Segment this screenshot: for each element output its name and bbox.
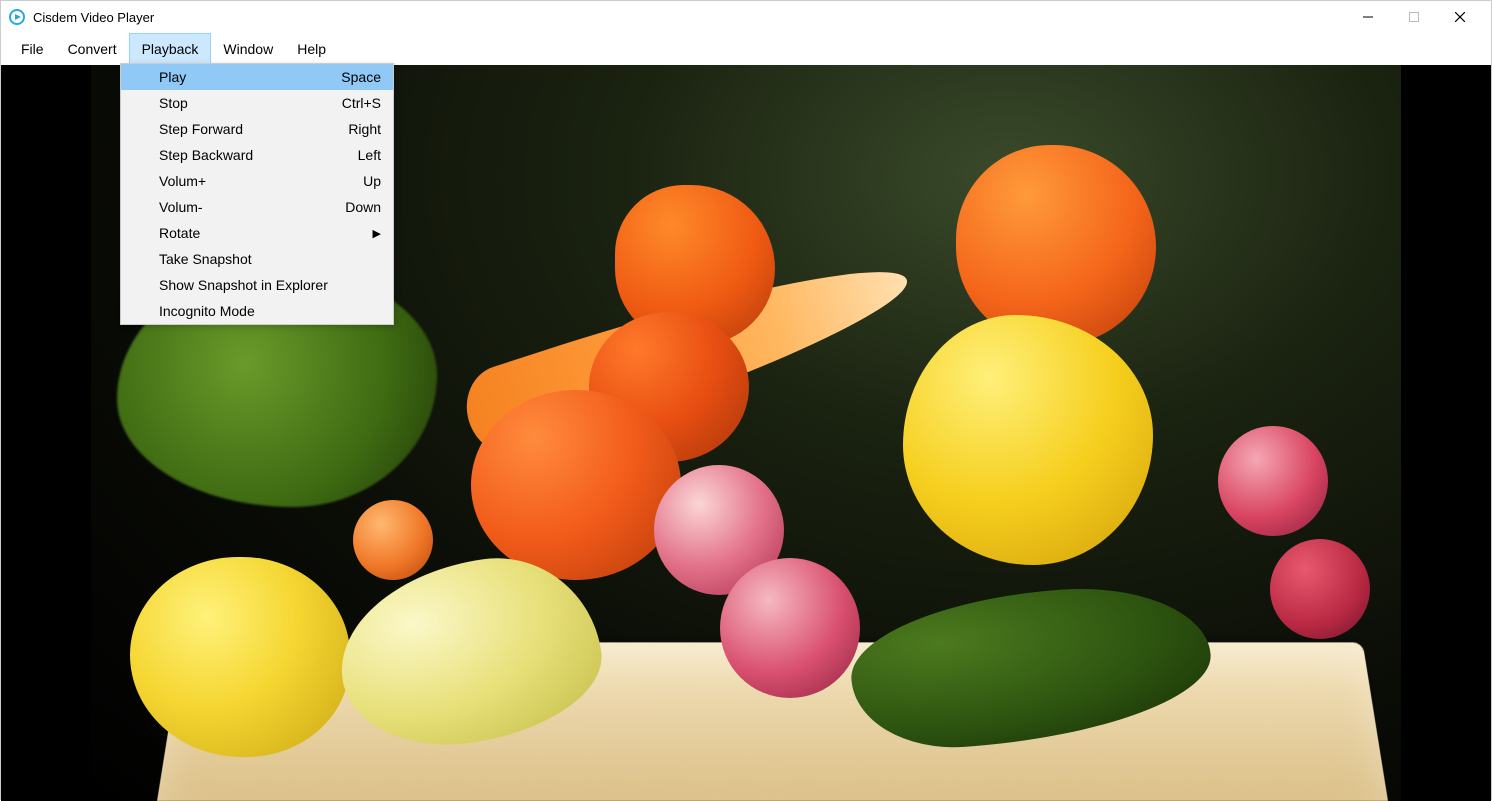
menu-item-show-snapshot[interactable]: Show Snapshot in Explorer — [121, 272, 393, 298]
menu-item-label: Step Forward — [159, 121, 348, 137]
menu-item-label: Volum- — [159, 199, 345, 215]
menu-item-shortcut: Up — [363, 173, 381, 189]
menu-bar: File Convert Playback Window Help — [1, 33, 1491, 65]
menu-file[interactable]: File — [9, 33, 56, 65]
maximize-button[interactable] — [1391, 1, 1437, 33]
menu-window[interactable]: Window — [211, 33, 285, 65]
menu-playback[interactable]: Playback — [129, 33, 212, 65]
app-title: Cisdem Video Player — [33, 10, 154, 25]
menu-item-step-backward[interactable]: Step Backward Left — [121, 142, 393, 168]
close-button[interactable] — [1437, 1, 1483, 33]
menu-item-take-snapshot[interactable]: Take Snapshot — [121, 246, 393, 272]
menu-item-label: Take Snapshot — [159, 251, 381, 267]
menu-item-shortcut: Down — [345, 199, 381, 215]
playback-dropdown: Play Space Stop Ctrl+S Step Forward Righ… — [120, 63, 394, 325]
menu-item-label: Incognito Mode — [159, 303, 381, 319]
menu-item-step-forward[interactable]: Step Forward Right — [121, 116, 393, 142]
menu-item-incognito[interactable]: Incognito Mode — [121, 298, 393, 324]
menu-item-label: Step Backward — [159, 147, 358, 163]
minimize-button[interactable] — [1345, 1, 1391, 33]
menu-item-shortcut: Right — [348, 121, 381, 137]
menu-item-label: Show Snapshot in Explorer — [159, 277, 381, 293]
title-bar: Cisdem Video Player — [1, 1, 1491, 33]
menu-item-play[interactable]: Play Space — [121, 64, 393, 90]
menu-item-shortcut: Left — [358, 147, 381, 163]
menu-item-label: Play — [159, 69, 341, 85]
app-icon — [9, 9, 25, 25]
menu-item-rotate[interactable]: Rotate ▶ — [121, 220, 393, 246]
menu-help[interactable]: Help — [285, 33, 338, 65]
menu-item-shortcut: Ctrl+S — [342, 95, 381, 111]
menu-item-label: Stop — [159, 95, 342, 111]
menu-item-volume-down[interactable]: Volum- Down — [121, 194, 393, 220]
menu-convert[interactable]: Convert — [56, 33, 129, 65]
menu-item-label: Rotate — [159, 225, 381, 241]
menu-item-stop[interactable]: Stop Ctrl+S — [121, 90, 393, 116]
menu-item-volume-up[interactable]: Volum+ Up — [121, 168, 393, 194]
menu-item-label: Volum+ — [159, 173, 363, 189]
submenu-arrow-icon: ▶ — [373, 227, 381, 240]
menu-item-shortcut: Space — [341, 69, 381, 85]
